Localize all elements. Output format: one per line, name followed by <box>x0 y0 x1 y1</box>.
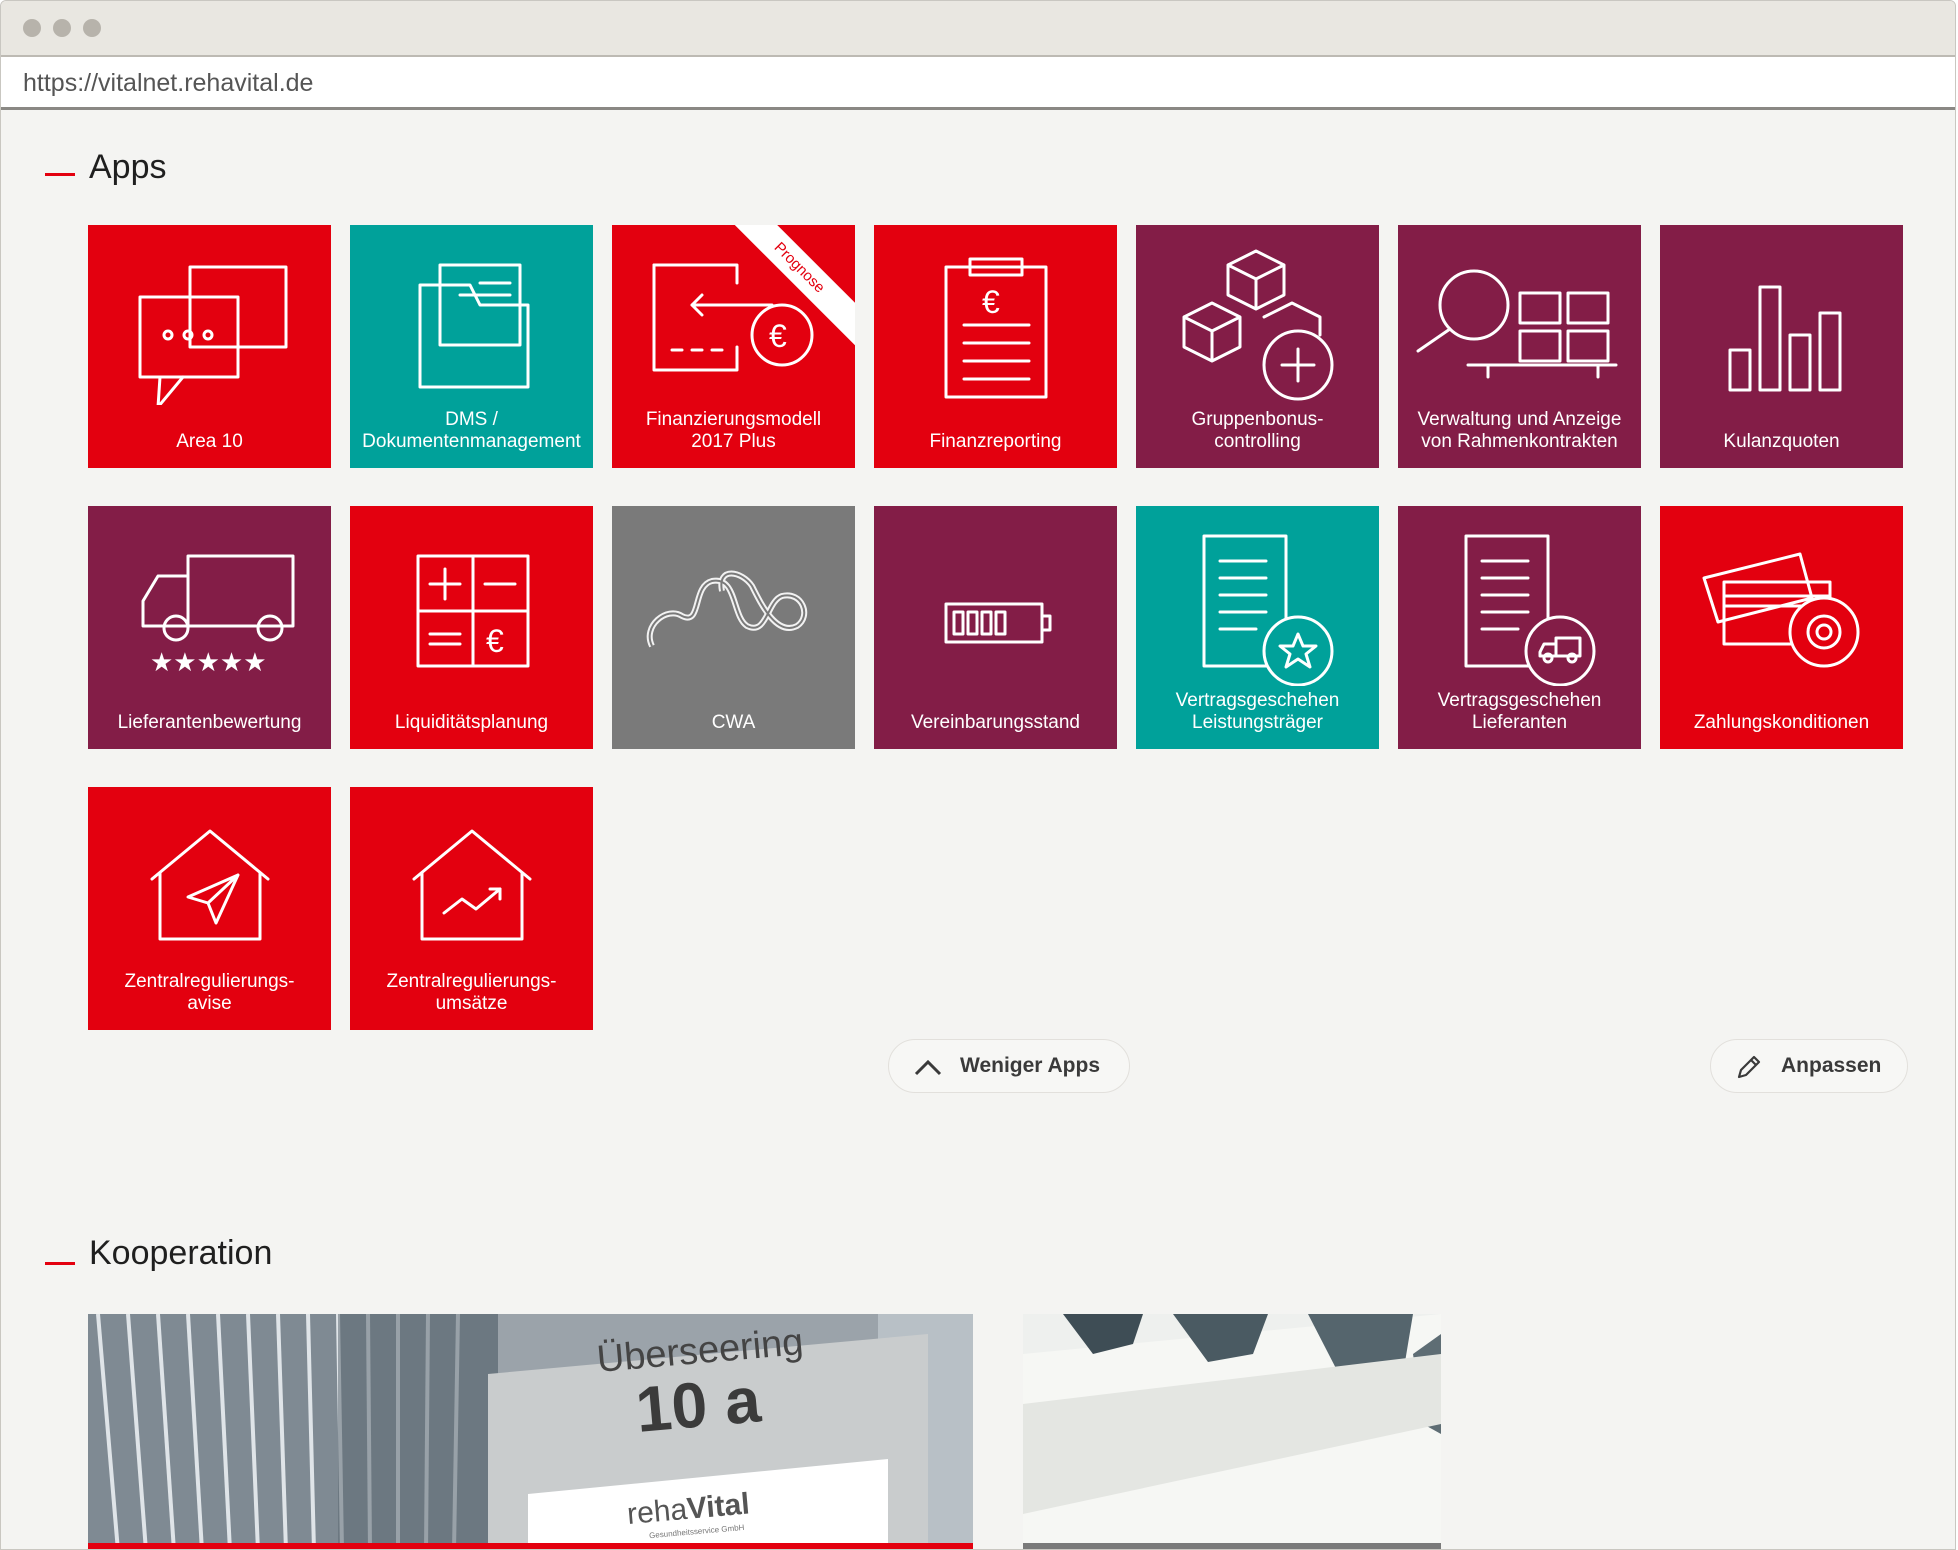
app-tile[interactable]: Vertragsgeschehen Lieferanten <box>1398 506 1641 749</box>
house-chart-icon <box>350 787 593 967</box>
app-tile-label: Finanzreporting <box>929 431 1062 452</box>
section-dash <box>45 173 75 176</box>
svg-text:€: € <box>486 623 504 659</box>
cards-gear-icon <box>1660 506 1903 686</box>
app-tile[interactable]: € Finanzreporting <box>874 225 1117 468</box>
money-transfer-icon: € <box>612 225 855 405</box>
meeting-room-image <box>1023 1314 1441 1549</box>
app-tile[interactable]: Zahlungskonditionen <box>1660 506 1903 749</box>
app-tile-label: Vertragsgeschehen Lieferanten <box>1437 690 1602 733</box>
magnifier-shelf-icon <box>1398 225 1641 405</box>
address-bar[interactable]: https://vitalnet.rehavital.de <box>1 57 1955 110</box>
url-text[interactable]: https://vitalnet.rehavital.de <box>23 69 313 98</box>
title-bar <box>1 1 1955 57</box>
section-dash <box>45 1262 75 1265</box>
customize-label: Anpassen <box>1781 1054 1882 1077</box>
app-tile-label: Vertragsgeschehen Leistungsträger <box>1175 690 1340 733</box>
window-maximize-dot[interactable] <box>83 19 101 37</box>
sign-brand-bold: Vital <box>686 1487 751 1525</box>
svg-text:€: € <box>769 318 787 354</box>
svg-text:€: € <box>982 284 1000 320</box>
app-tile-label: Vereinbarungsstand <box>910 712 1080 733</box>
customize-button[interactable]: Anpassen <box>1710 1039 1908 1093</box>
sign-number-text: 10 a <box>633 1363 764 1446</box>
svg-text:★★★★★: ★★★★★ <box>150 648 267 678</box>
app-tile-label: DMS / Dokumentenmanagement <box>362 409 581 452</box>
app-tile-label: Gruppenbonus- controlling <box>1191 409 1324 452</box>
app-tile-label: Zentralregulierungs- umsätze <box>386 971 557 1014</box>
app-tile-label: Finanzierungsmodell 2017 Plus <box>645 409 822 452</box>
clipboard-euro-icon: € <box>874 225 1117 405</box>
less-apps-label: Weniger Apps <box>960 1054 1101 1077</box>
app-tile-label: Zentralregulierungs- avise <box>124 971 295 1014</box>
chat-bubbles-icon <box>88 225 331 409</box>
app-tile-label: Lieferantenbewertung <box>117 712 302 733</box>
document-truck-icon <box>1398 506 1641 687</box>
app-tile[interactable]: Zentralregulierungs- umsätze <box>350 787 593 1030</box>
document-star-icon <box>1136 506 1379 687</box>
pencil-icon <box>1737 1055 1761 1079</box>
kooperation-photo-meeting[interactable] <box>1023 1314 1441 1549</box>
wave-icon <box>612 506 855 686</box>
app-tile[interactable]: Kulanzquoten <box>1660 225 1903 468</box>
sign-brand-light: reha <box>626 1493 689 1531</box>
building-sign-image: Überseering 10 a reha Vital Gesundheitss… <box>88 1314 973 1549</box>
browser-window: https://vitalnet.rehavital.de Apps Area … <box>0 0 1956 1550</box>
calculator-euro-icon: € <box>350 506 593 686</box>
cubes-plus-icon <box>1136 225 1379 405</box>
app-tile[interactable]: € Finanzierungsmodell 2017 Plus Prognose <box>612 225 855 468</box>
app-tile-label: Verwaltung und Anzeige von Rahmenkontrak… <box>1417 409 1622 452</box>
app-tile[interactable]: DMS / Dokumentenmanagement <box>350 225 593 468</box>
document-folder-icon <box>350 225 593 405</box>
bar-chart-icon <box>1660 225 1903 405</box>
app-tile[interactable]: CWA <box>612 506 855 749</box>
app-tile-label: Liquiditätsplanung <box>394 712 549 733</box>
app-tile-label: Zahlungskonditionen <box>1693 712 1870 733</box>
apps-section-title: Apps <box>89 148 167 186</box>
app-tile[interactable]: Verwaltung und Anzeige von Rahmenkontrak… <box>1398 225 1641 468</box>
app-tile[interactable]: ★★★★★ Lieferantenbewertung <box>88 506 331 749</box>
kooperation-section-title: Kooperation <box>89 1234 273 1272</box>
window-close-dot[interactable] <box>23 19 41 37</box>
app-tile[interactable]: Gruppenbonus- controlling <box>1136 225 1379 468</box>
app-tile[interactable]: Area 10 <box>88 225 331 468</box>
app-tile[interactable]: € Liquiditätsplanung <box>350 506 593 749</box>
app-tile[interactable]: Zentralregulierungs- avise <box>88 787 331 1030</box>
kooperation-photo-building[interactable]: Überseering 10 a reha Vital Gesundheitss… <box>88 1314 973 1549</box>
app-tile[interactable]: Vereinbarungsstand <box>874 506 1117 749</box>
truck-stars-icon: ★★★★★ <box>88 506 331 686</box>
chevron-up-icon <box>914 1059 942 1076</box>
app-tile-label: Kulanzquoten <box>1723 431 1840 452</box>
less-apps-button[interactable]: Weniger Apps <box>888 1039 1130 1093</box>
app-tile-label: Area 10 <box>176 431 243 452</box>
app-tile[interactable]: Vertragsgeschehen Leistungsträger <box>1136 506 1379 749</box>
app-tile-label: CWA <box>711 712 756 733</box>
house-send-icon <box>88 787 331 967</box>
window-minimize-dot[interactable] <box>53 19 71 37</box>
battery-icon <box>874 506 1117 686</box>
